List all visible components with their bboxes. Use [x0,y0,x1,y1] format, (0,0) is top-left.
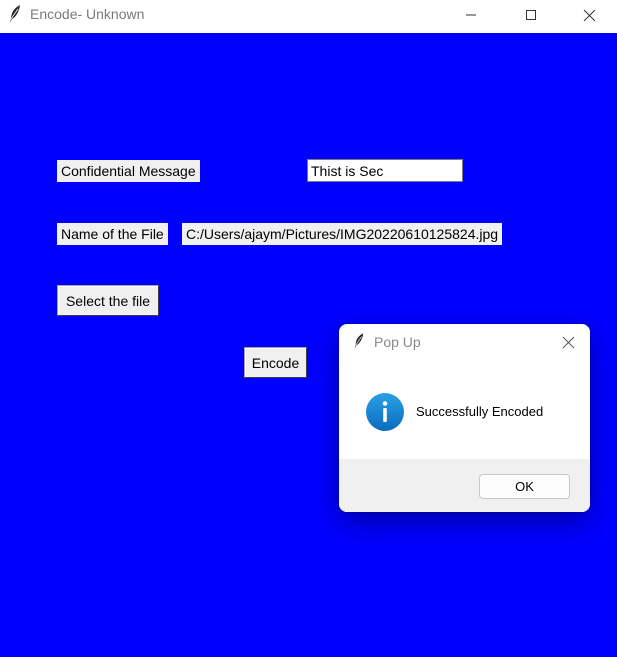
popup-message: Successfully Encoded [416,404,544,419]
feather-icon [8,4,22,24]
confidential-message-input[interactable] [307,159,463,182]
popup-title: Pop Up [374,334,421,350]
minimize-button[interactable] [448,0,494,30]
maximize-icon [526,10,536,20]
popup-close-button[interactable] [553,330,583,354]
file-path-value: C:/Users/ajaym/Pictures/IMG2022061012582… [182,223,503,245]
app-window: Encode- Unknown Confidential Message Nam… [0,0,617,657]
maximize-button[interactable] [508,0,554,30]
feather-icon [353,332,365,350]
close-icon [562,336,574,348]
encode-button[interactable]: Encode [244,347,307,378]
select-file-button[interactable]: Select the file [57,285,159,316]
info-icon [365,392,405,432]
close-icon [583,9,595,21]
popup-dialog: Pop Up Successfully Encoded OK [339,324,590,512]
ok-button[interactable]: OK [479,474,570,499]
confidential-message-label: Confidential Message [57,160,200,182]
file-name-label: Name of the File [57,223,168,245]
close-button[interactable] [566,0,612,30]
title-bar[interactable]: Encode- Unknown [0,0,617,33]
window-title: Encode- Unknown [30,6,145,22]
minimize-icon [466,14,476,16]
